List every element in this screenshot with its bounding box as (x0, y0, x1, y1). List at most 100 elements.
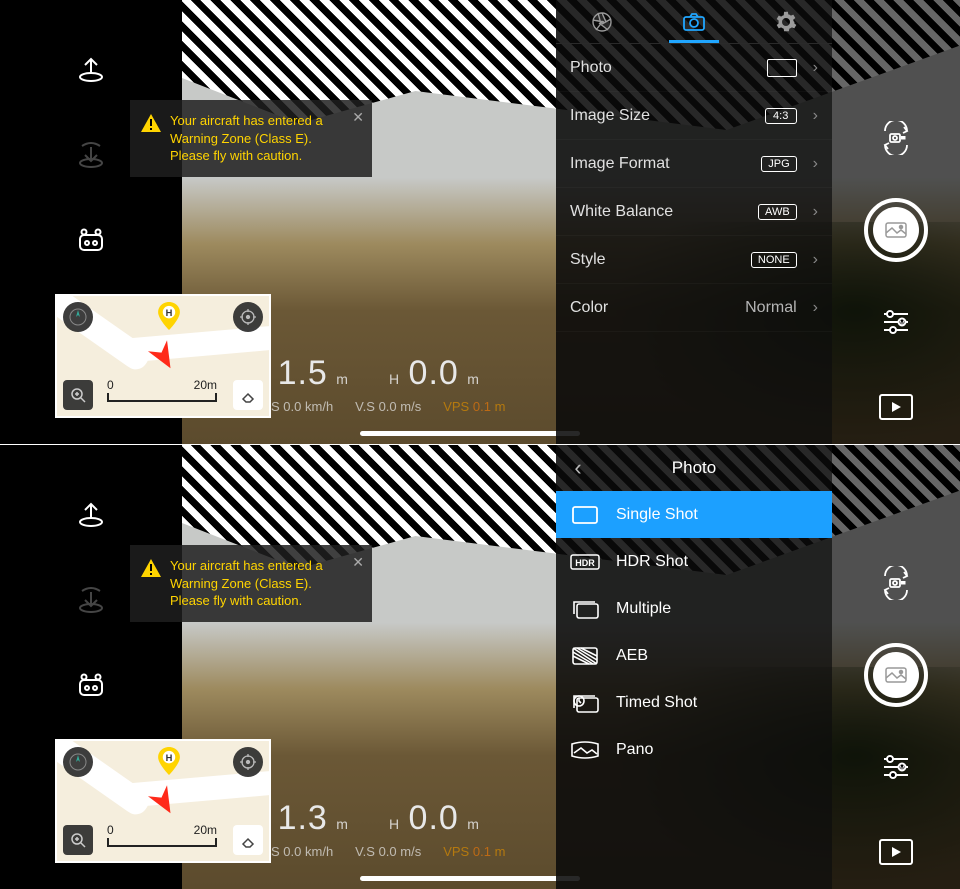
setting-row-style[interactable]: StyleNONE› (556, 236, 832, 284)
map-zoom-button[interactable] (63, 825, 93, 855)
return-home-icon[interactable] (73, 136, 109, 172)
playback-button[interactable] (879, 839, 913, 865)
chevron-right-icon: › (813, 203, 818, 221)
timed-icon (570, 692, 600, 714)
photo-mode-single-shot[interactable]: Single Shot (556, 491, 832, 538)
warning-banner: Your aircraft has entered a Warning Zone… (130, 545, 372, 622)
aircraft-arrow-icon (147, 340, 181, 374)
shutter-button[interactable] (864, 198, 928, 262)
return-home-icon[interactable] (73, 581, 109, 617)
home-marker-icon: H (155, 747, 183, 775)
setting-label: Style (570, 251, 743, 269)
map-clear-button[interactable] (233, 380, 263, 410)
svg-text:HDR: HDR (575, 558, 595, 568)
settings-rows: Photo›Image Size4:3›Image FormatJPG›Whit… (556, 44, 832, 332)
setting-value: AWB (758, 204, 797, 220)
setting-row-photo[interactable]: Photo› (556, 44, 832, 92)
setting-label: Image Format (570, 155, 753, 173)
panel-title: Photo (600, 458, 788, 478)
mode-label: Single Shot (616, 506, 698, 524)
svg-text:H: H (166, 753, 173, 763)
warning-text: Your aircraft has entered a Warning Zone… (170, 113, 323, 163)
shutter-mode-icon (873, 652, 919, 698)
takeoff-icon[interactable] (73, 495, 109, 531)
chevron-right-icon: › (813, 155, 818, 173)
switch-photo-video-icon[interactable] (878, 565, 914, 601)
photo-mode-aeb[interactable]: AEB (556, 632, 832, 679)
photo-mode-multiple[interactable]: Multiple (556, 585, 832, 632)
map-scale: 020m (107, 378, 217, 402)
switch-photo-video-icon[interactable] (878, 120, 914, 156)
tab-gear[interactable] (756, 11, 816, 33)
pano-icon (570, 739, 600, 761)
screen-photo-modes: APAS Your aircraft has entered a Warning… (0, 445, 960, 889)
settings-sliders-icon[interactable]: M (878, 749, 914, 785)
map-compass-button[interactable] (63, 747, 93, 777)
warning-close-button[interactable]: ✕ (352, 553, 364, 572)
warning-banner: Your aircraft has entered a Warning Zone… (130, 100, 372, 177)
warning-close-button[interactable]: ✕ (352, 108, 364, 127)
shutter-button[interactable] (864, 643, 928, 707)
setting-row-white-balance[interactable]: White Balance AWB › (556, 188, 832, 236)
photo-mode-pano[interactable]: Pano (556, 726, 832, 773)
map-compass-button[interactable] (63, 302, 93, 332)
warning-text: Your aircraft has entered a Warning Zone… (170, 558, 323, 608)
svg-text:M: M (900, 766, 905, 772)
tab-camera[interactable] (664, 12, 724, 32)
mode-label: Timed Shot (616, 694, 697, 712)
map-zoom-button[interactable] (63, 380, 93, 410)
map-clear-button[interactable] (233, 825, 263, 855)
minimap[interactable]: H 020m (55, 739, 271, 863)
setting-row-color[interactable]: Color Normal › (556, 284, 832, 332)
setting-label: White Balance (570, 203, 750, 221)
setting-label: Color (570, 299, 737, 317)
multiple-icon (570, 598, 600, 620)
minimap[interactable]: H 020m (55, 294, 271, 418)
back-button[interactable]: ‹ (556, 455, 600, 481)
setting-value: 4:3 (765, 108, 797, 124)
mode-label: Multiple (616, 600, 671, 618)
tab-aperture[interactable] (572, 11, 632, 33)
aeb-icon (570, 645, 600, 667)
mode-label: AEB (616, 647, 648, 665)
map-scale: 020m (107, 823, 217, 847)
takeoff-icon[interactable] (73, 50, 109, 86)
screen-camera-settings: APAS Your aircraft has entered a Warning… (0, 0, 960, 444)
svg-text:M: M (900, 321, 905, 327)
setting-value: Normal (745, 299, 797, 317)
map-center-button[interactable] (233, 747, 263, 777)
telemetry-readout: D 1.5 m H 0.0 m H.S 0.0 km/h V.S 0.0 m/s… (258, 354, 505, 414)
setting-value: JPG (761, 156, 796, 172)
photo-mode-timed-shot[interactable]: Timed Shot (556, 679, 832, 726)
remote-controller-icon[interactable] (73, 222, 109, 258)
playback-button[interactable] (879, 394, 913, 420)
chevron-right-icon: › (813, 107, 818, 125)
right-toolbar: M (832, 0, 960, 444)
mode-label: Pano (616, 741, 653, 759)
chevron-right-icon: › (813, 299, 818, 317)
mode-label: HDR Shot (616, 553, 688, 571)
map-center-button[interactable] (233, 302, 263, 332)
chevron-right-icon: › (813, 59, 818, 77)
setting-value (767, 59, 797, 77)
warning-icon (140, 557, 162, 579)
camera-settings-panel: Photo›Image Size4:3›Image FormatJPG›Whit… (556, 0, 832, 444)
photo-mode-hdr-shot[interactable]: HDR HDR Shot (556, 538, 832, 585)
settings-tabs (556, 0, 832, 44)
svg-text:H: H (166, 308, 173, 318)
shutter-mode-icon (873, 207, 919, 253)
home-indicator (360, 431, 580, 436)
hdr-icon: HDR (570, 551, 600, 573)
settings-sliders-icon[interactable]: M (878, 304, 914, 340)
telemetry-readout: D 1.3 m H 0.0 m H.S 0.0 km/h V.S 0.0 m/s… (258, 799, 505, 859)
aircraft-arrow-icon (147, 785, 181, 819)
remote-controller-icon[interactable] (73, 667, 109, 703)
right-toolbar: M (832, 445, 960, 889)
setting-row-image-size[interactable]: Image Size 4:3 › (556, 92, 832, 140)
setting-row-image-format[interactable]: Image Format JPG › (556, 140, 832, 188)
photo-mode-panel: ‹ Photo Single Shot HDR HDR Shot Multiple AE… (556, 445, 832, 889)
warning-icon (140, 112, 162, 134)
setting-value: NONE (751, 252, 797, 268)
home-marker-icon: H (155, 302, 183, 330)
setting-label: Image Size (570, 107, 757, 125)
